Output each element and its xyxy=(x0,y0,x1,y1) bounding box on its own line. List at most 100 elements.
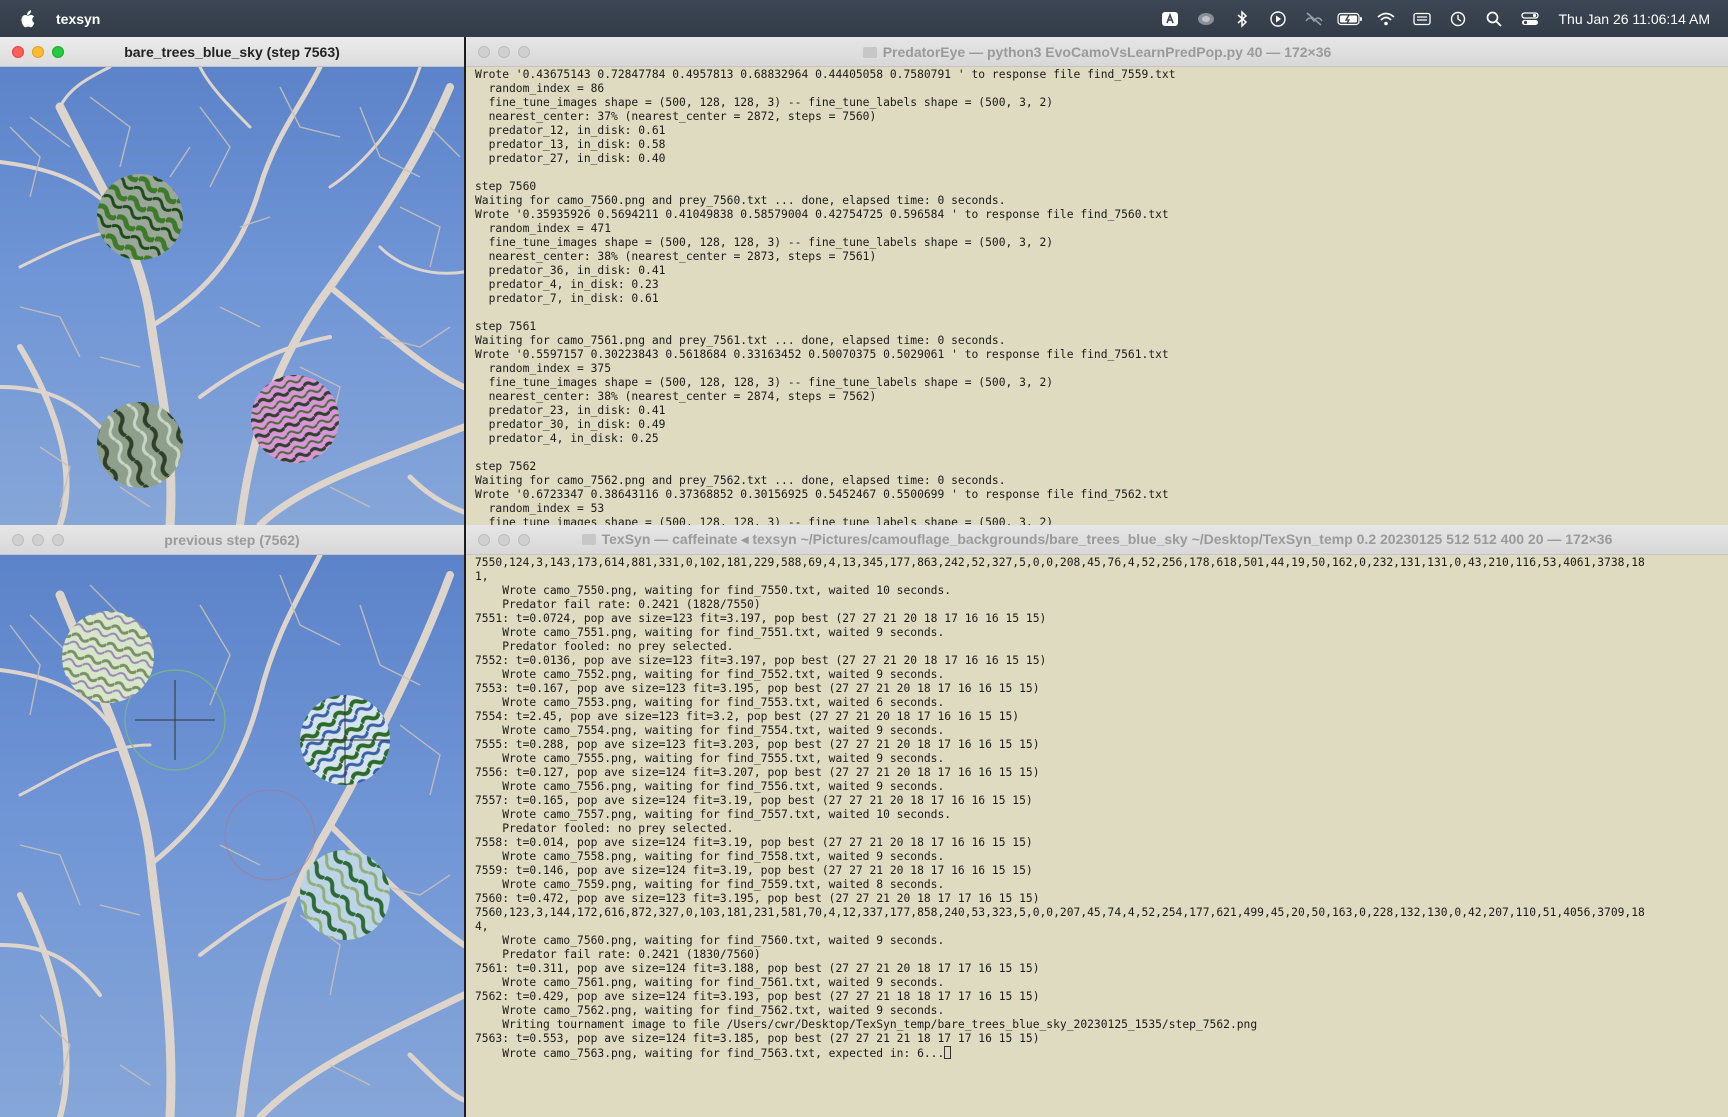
terminal-line: Waiting for camo_7562.png and prey_7562.… xyxy=(475,474,1006,487)
current-step-titlebar[interactable]: bare_trees_blue_sky (step 7563) xyxy=(0,37,464,67)
zoom-button[interactable] xyxy=(518,46,530,58)
bluetooth-icon[interactable] xyxy=(1224,8,1260,30)
terminal-line: 7552: t=0.0136, pop ave size=123 fit=3.1… xyxy=(475,654,1047,667)
terminal-line: 4, xyxy=(475,920,489,933)
texsyn-terminal-output[interactable]: 7550,124,3,143,173,614,881,331,0,102,181… xyxy=(466,555,1728,1117)
current-step-image[interactable] xyxy=(0,67,464,525)
predator-terminal-titlebar[interactable]: PredatorEye — python3 EvoCamoVsLearnPred… xyxy=(466,37,1728,67)
terminal-line: nearest_center: 38% (nearest_center = 28… xyxy=(475,250,877,263)
active-app-menu[interactable]: texsyn xyxy=(56,11,100,27)
zoom-button[interactable] xyxy=(52,46,64,58)
terminal-line: nearest_center: 37% (nearest_center = 28… xyxy=(475,110,877,123)
terminal-line: 7558: t=0.014, pop ave size=124 fit=3.19… xyxy=(475,836,1033,849)
terminal-line: 7554: t=2.45, pop ave size=123 fit=3.2, … xyxy=(475,710,1020,723)
texsyn-terminal-window: TexSyn — caffeinate ◂ texsyn ~/Pictures/… xyxy=(466,525,1728,1117)
menubar-clock[interactable]: Thu Jan 26 11:06:14 AM xyxy=(1558,11,1710,27)
mute-icon[interactable] xyxy=(1296,8,1332,30)
window-controls xyxy=(478,534,530,546)
terminal-line: Wrote camo_7555.png, waiting for find_75… xyxy=(475,752,945,765)
terminal-line: predator_36, in_disk: 0.41 xyxy=(475,264,666,277)
terminal-line: 7560,123,3,144,172,616,872,327,0,103,181… xyxy=(475,906,1645,919)
prey-disk xyxy=(62,611,154,703)
terminal-cursor xyxy=(944,1046,952,1059)
search-icon[interactable] xyxy=(1476,8,1512,30)
terminal-line: Wrote '0.6723347 0.38643116 0.37368852 0… xyxy=(475,488,1169,501)
terminal-line: Waiting for camo_7560.png and prey_7560.… xyxy=(475,194,1006,207)
minimize-button[interactable] xyxy=(498,46,510,58)
texsyn-terminal-titlebar[interactable]: TexSyn — caffeinate ◂ texsyn ~/Pictures/… xyxy=(466,525,1728,555)
previous-step-titlebar[interactable]: previous step (7562) xyxy=(0,525,464,555)
terminal-line: fine_tune_images shape = (500, 128, 128,… xyxy=(475,96,1054,109)
terminal-line: step 7562 xyxy=(475,460,537,473)
window-title: TexSyn — caffeinate ◂ texsyn ~/Pictures/… xyxy=(581,531,1612,548)
predator-terminal-window: PredatorEye — python3 EvoCamoVsLearnPred… xyxy=(466,37,1728,525)
window-controls xyxy=(12,534,64,546)
close-button[interactable] xyxy=(12,534,24,546)
terminal-line: step 7560 xyxy=(475,180,537,193)
terminal-line: predator_4, in_disk: 0.25 xyxy=(475,432,659,445)
time-machine-icon[interactable] xyxy=(1440,8,1476,30)
terminal-line: Predator fooled: no prey selected. xyxy=(475,822,734,835)
terminal-line: nearest_center: 38% (nearest_center = 28… xyxy=(475,390,877,403)
terminal-line: Wrote camo_7562.png, waiting for find_75… xyxy=(475,1004,945,1017)
terminal-line: Wrote camo_7557.png, waiting for find_75… xyxy=(475,808,952,821)
terminal-line: 7559: t=0.146, pop ave size=124 fit=3.19… xyxy=(475,864,1033,877)
terminal-line: Waiting for camo_7561.png and prey_7561.… xyxy=(475,334,1006,347)
prey-disk xyxy=(300,850,390,940)
display-icon[interactable] xyxy=(1404,8,1440,30)
terminal-line: Wrote camo_7550.png, waiting for find_75… xyxy=(475,584,952,597)
terminal-line: 7553: t=0.167, pop ave size=123 fit=3.19… xyxy=(475,682,1040,695)
terminal-line: step 7561 xyxy=(475,320,537,333)
zoom-button[interactable] xyxy=(518,534,530,546)
terminal-line: Wrote camo_7560.png, waiting for find_75… xyxy=(475,934,945,947)
battery-icon[interactable] xyxy=(1332,8,1368,30)
terminal-line: Wrote camo_7551.png, waiting for find_75… xyxy=(475,626,945,639)
terminal-line: Predator fail rate: 0.2421 (1830/7560) xyxy=(475,948,761,961)
predator-terminal-output[interactable]: Wrote '0.43675143 0.72847784 0.4957813 0… xyxy=(466,67,1728,525)
terminal-line: predator_23, in_disk: 0.41 xyxy=(475,404,666,417)
close-button[interactable] xyxy=(478,46,490,58)
terminal-line: Writing tournament image to file /Users/… xyxy=(475,1018,1258,1031)
terminal-line: 7561: t=0.311, pop ave size=124 fit=3.18… xyxy=(475,962,1040,975)
minimize-button[interactable] xyxy=(32,534,44,546)
terminal-line: random_index = 471 xyxy=(475,222,612,235)
terminal-line: 7563: t=0.553, pop ave size=124 fit=3.18… xyxy=(475,1032,1040,1045)
terminal-line: Wrote '0.43675143 0.72847784 0.4957813 0… xyxy=(475,68,1176,81)
terminal-line: 7556: t=0.127, pop ave size=124 fit=3.20… xyxy=(475,766,1040,779)
window-controls xyxy=(12,46,64,58)
terminal-line: Wrote camo_7559.png, waiting for find_75… xyxy=(475,878,945,891)
apple-icon[interactable] xyxy=(18,9,36,28)
minimize-button[interactable] xyxy=(32,46,44,58)
terminal-line: 7551: t=0.0724, pop ave size=123 fit=3.1… xyxy=(475,612,1047,625)
control-center-icon[interactable] xyxy=(1512,8,1548,30)
play-icon[interactable] xyxy=(1260,8,1296,30)
prey-disk xyxy=(97,402,183,488)
terminal-line: random_index = 86 xyxy=(475,82,605,95)
terminal-line: 7560: t=0.472, pop ave size=123 fit=3.19… xyxy=(475,892,1040,905)
close-button[interactable] xyxy=(12,46,24,58)
terminal-line: random_index = 53 xyxy=(475,502,605,515)
terminal-line: Wrote camo_7552.png, waiting for find_75… xyxy=(475,668,945,681)
terminal-line: Wrote camo_7558.png, waiting for find_75… xyxy=(475,850,945,863)
terminal-line: predator_27, in_disk: 0.40 xyxy=(475,152,666,165)
window-title: bare_trees_blue_sky (step 7563) xyxy=(124,43,340,60)
minimize-button[interactable] xyxy=(498,534,510,546)
status-icons xyxy=(1152,8,1548,30)
terminal-line: 7555: t=0.288, pop ave size=123 fit=3.20… xyxy=(475,738,1040,751)
terminal-line: Wrote camo_7556.png, waiting for find_75… xyxy=(475,780,945,793)
branches xyxy=(0,67,464,525)
zoom-button[interactable] xyxy=(52,534,64,546)
terminal-line: 7562: t=0.429, pop ave size=124 fit=3.19… xyxy=(475,990,1040,1003)
text-cursor-icon[interactable] xyxy=(1152,8,1188,30)
close-button[interactable] xyxy=(478,534,490,546)
current-step-window: bare_trees_blue_sky (step 7563) xyxy=(0,37,464,525)
terminal-line: fine_tune_images shape = (500, 128, 128,… xyxy=(475,376,1054,389)
prey-disk xyxy=(251,375,339,463)
terminal-line: fine_tune_images shape = (500, 128, 128,… xyxy=(475,236,1054,249)
wifi-icon[interactable] xyxy=(1368,8,1404,30)
vpn-icon[interactable] xyxy=(1188,8,1224,30)
previous-step-image[interactable] xyxy=(0,555,464,1117)
window-controls xyxy=(478,46,530,58)
